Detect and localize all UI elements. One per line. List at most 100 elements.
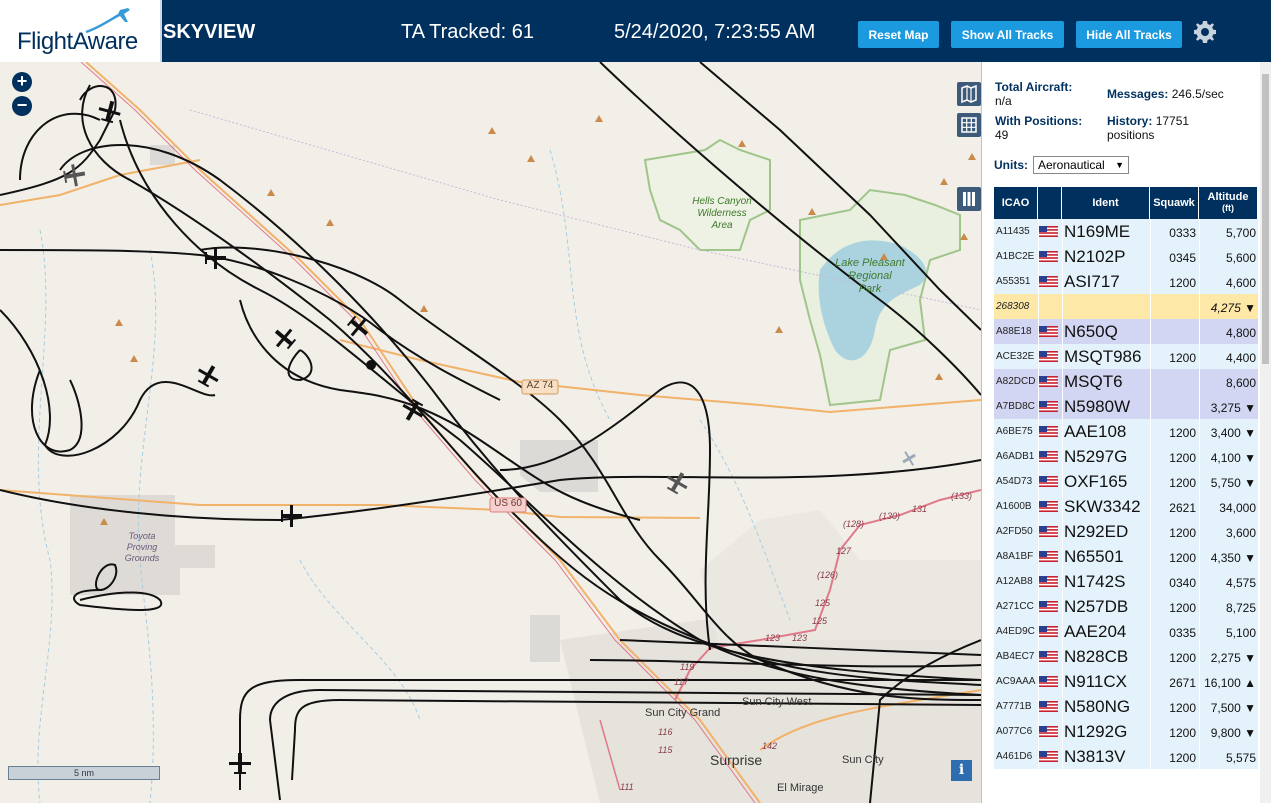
icao-cell: A271CC [996,601,1034,612]
ident-cell: MSQT986 [1064,347,1142,366]
ident-cell: N1742S [1064,572,1126,591]
us-flag-icon [1039,676,1058,687]
column-toggle-icon[interactable] [957,187,981,211]
table-row[interactable]: 268308 4,275 ▼ [994,294,1258,320]
map-layers-icon[interactable] [957,82,981,106]
altitude-cell: 4,800 [1225,326,1256,340]
altitude-cell: 4,600 [1225,276,1256,290]
table-row[interactable]: A1BC2E N2102P 0345 5,600 [994,244,1258,270]
col-header-flag[interactable] [1038,187,1062,219]
icao-cell: A077C6 [996,726,1033,737]
altitude-cell: 4,100 ▼ [1210,451,1256,465]
table-row[interactable]: AB4EC7 N828CB 1200 2,275 ▼ [994,644,1258,670]
table-row[interactable]: AC9AAA N911CX 2671 16,100 ▲ [994,669,1258,695]
route-130-label: (130) [879,511,901,521]
logo-text: FlightAware [17,28,138,55]
altitude-cell: 9,800 ▼ [1210,726,1256,740]
squawk-cell: 1200 [1169,701,1196,715]
us-flag-icon [1039,701,1058,712]
icao-cell: A2FD50 [996,526,1033,537]
squawk-cell: 0340 [1169,576,1196,590]
altitude-cell: 2,275 ▼ [1210,651,1256,665]
table-row[interactable]: A88E18 N650Q 4,800 [994,319,1258,345]
table-row[interactable]: A4ED9C AAE204 0335 5,100 [994,619,1258,645]
us-flag-icon [1039,351,1058,362]
map-scale-bar: 5 nm [8,766,160,780]
icao-cell: A6BE75 [996,426,1033,437]
table-row[interactable]: A11435 N169ME 0333 5,700 [994,219,1258,245]
squawk-cell: 0333 [1169,226,1196,240]
show-all-tracks-button[interactable]: Show All Tracks [951,21,1064,48]
squawk-cell: 1200 [1169,651,1196,665]
squawk-cell: 1200 [1169,351,1196,365]
el-mirage-label: El Mirage [777,782,824,794]
icao-cell: A6ADB1 [996,451,1035,462]
units-select[interactable]: Aeronautical ▼ [1033,156,1129,174]
hide-all-tracks-button[interactable]: Hide All Tracks [1076,21,1182,48]
zoom-out-button[interactable]: − [12,96,32,116]
sun-city-west-label: Sun City West [742,696,812,708]
table-row[interactable]: A8A1BF N65501 1200 4,350 ▼ [994,544,1258,570]
datetime-display: 5/24/2020, 7:23:55 AM [614,21,816,43]
table-row[interactable]: A077C6 N1292G 1200 9,800 ▼ [994,719,1258,745]
map-grid-icon[interactable] [957,113,981,137]
hells-canyon-label: Hells Canyon Wilderness Area [692,196,752,231]
ident-cell: N828CB [1064,647,1129,666]
zoom-in-button[interactable]: + [12,72,32,92]
ident-cell: N580NG [1064,697,1131,716]
info-button[interactable]: i [951,760,972,781]
reset-map-button[interactable]: Reset Map [858,21,939,48]
sun-city-grand-label: Sun City Grand [645,707,721,719]
icao-cell: A12AB8 [996,576,1033,587]
route-125-label: 125 [815,598,831,608]
route-126-label: (126) [817,570,839,580]
table-row[interactable]: A1600B SKW3342 2621 34,000 [994,494,1258,520]
squawk-cell: 1200 [1169,551,1196,565]
map-view[interactable]: Hells Canyon Wilderness Area Lake Pleasant… [0,62,981,803]
aircraft-panel: Total Aircraft: n/a Messages: 246.5/sec W… [981,62,1271,803]
col-header-ident[interactable]: Ident [1062,187,1150,219]
table-row[interactable]: A55351 ASI717 1200 4,600 [994,269,1258,295]
ident-cell: AAE204 [1064,622,1127,641]
table-row[interactable]: A271CC N257DB 1200 8,725 [994,594,1258,620]
table-row[interactable]: ACE32E MSQT986 1200 4,400 [994,344,1258,370]
table-row[interactable]: A461D6 N3813V 1200 5,575 [994,744,1258,770]
table-row[interactable]: A2FD50 N292ED 1200 3,600 [994,519,1258,545]
settings-gear-icon[interactable] [1193,20,1217,44]
scrollbar-thumb[interactable] [1262,74,1269,364]
map-canvas[interactable] [0,62,981,803]
us-flag-icon [1039,476,1058,487]
flightaware-logo[interactable]: FlightAware [0,0,162,62]
squawk-cell: 1200 [1169,751,1196,765]
lake-pleasant-label: Lake Pleasant Regional Park [835,257,905,295]
table-row[interactable]: A82DCD MSQT6 8,600 [994,369,1258,395]
route-131-label: 131 [912,504,928,514]
us60-road-label: US 60 [494,498,522,509]
table-row[interactable]: A6ADB1 N5297G 1200 4,100 ▼ [994,444,1258,470]
ident-cell: ASI717 [1064,272,1120,291]
ident-cell: OXF165 [1064,472,1128,491]
altitude-cell: 4,575 [1225,576,1256,590]
route-128-label: (128) [843,519,865,529]
table-row[interactable]: A7BD8C N5980W 3,275 ▼ [994,394,1258,420]
col-header-squawk[interactable]: Squawk [1150,187,1199,219]
squawk-cell: 1200 [1169,476,1196,490]
altitude-cell: 4,400 [1225,351,1256,365]
icao-cell: AB4EC7 [996,651,1035,662]
table-row[interactable]: A54D73 OXF165 1200 5,750 ▼ [994,469,1258,495]
icao-cell: A11435 [996,226,1030,237]
ident-cell: N169ME [1064,222,1131,241]
with-positions-stat: With Positions: 49 [995,114,1083,142]
col-header-icao[interactable]: ICAO [994,187,1038,219]
icao-cell: A8A1BF [996,551,1034,562]
col-header-altitude[interactable]: Altitude (ft) [1199,187,1258,219]
icao-cell: AC9AAA [996,676,1036,687]
us-flag-icon [1039,576,1058,587]
icao-cell: A7771B [996,701,1032,712]
altitude-cell: 5,575 [1225,751,1256,765]
us-flag-icon [1039,526,1058,537]
route-116-label: 116 [658,727,673,737]
table-row[interactable]: A12AB8 N1742S 0340 4,575 [994,569,1258,595]
table-row[interactable]: A6BE75 AAE108 1200 3,400 ▼ [994,419,1258,445]
table-row[interactable]: A7771B N580NG 1200 7,500 ▼ [994,694,1258,720]
